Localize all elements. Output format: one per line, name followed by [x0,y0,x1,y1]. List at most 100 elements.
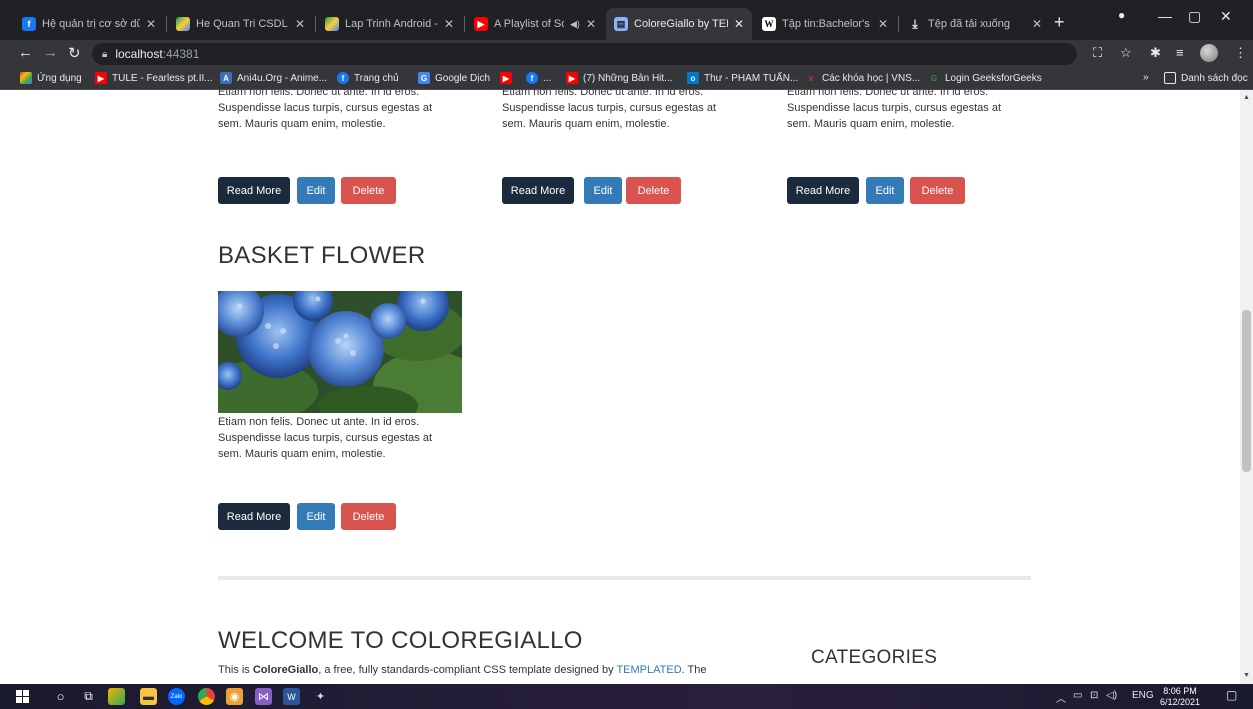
chrome-icon[interactable] [198,688,215,705]
download-icon: ⤓ [912,16,918,31]
system-clock[interactable]: 8:06 PM 6/12/2021 [1160,686,1200,708]
ani4u-icon: A [220,72,232,84]
tab-4[interactable]: ▤ ColoreGiallo by TEMP ✕ [606,8,752,40]
card-description: Etiam non felis. Donec ut ante. In id er… [787,90,1002,130]
battery-icon[interactable]: ▭ [1073,690,1082,701]
close-window-icon[interactable]: ✕ [1220,8,1232,25]
bookmark-mail[interactable]: o Thư - PHAM TUẤN... [687,72,798,84]
tab-5[interactable]: W Tập tin:Bachelor's butt ✕ [754,8,896,40]
delete-button[interactable]: Delete [341,503,396,530]
bookmark-ani4u[interactable]: A Ani4u.Org - Anime... [220,72,327,84]
network-icon[interactable]: ⊡ [1090,690,1098,701]
windows-start-icon[interactable] [14,688,31,705]
bookmark-facebook-home[interactable]: f Trang chủ [337,72,399,84]
outlook-icon: o [687,72,699,84]
bookmark-facebook[interactable]: f ... [526,72,551,84]
templated-link[interactable]: TEMPLATED [616,664,681,676]
notification-icon[interactable]: ▢ [1226,688,1237,702]
facebook-icon: f [526,72,538,84]
scroll-down-icon[interactable]: ▼ [1243,672,1250,679]
web-page: Etiam non felis. Donec ut ante. In id er… [0,90,1240,684]
youtube-icon: ▶ [95,72,107,84]
speaker-icon[interactable]: ◀) [570,19,580,30]
reading-list-icon[interactable]: ≡ [1176,45,1184,60]
youtube-icon: ▶ [500,72,512,84]
reload-icon[interactable]: ↻ [68,44,81,62]
reading-list-button[interactable]: Danh sách đọc [1164,72,1248,84]
profile-avatar[interactable] [1200,44,1218,62]
close-icon[interactable]: ✕ [444,17,454,31]
app-orange-icon[interactable]: ◉ [226,688,243,705]
close-icon[interactable]: ✕ [586,17,596,31]
read-more-button[interactable]: Read More [218,177,290,204]
bookmark-google-translate[interactable]: G Google Dịch [418,72,490,84]
tab-1[interactable]: He Quan Tri CSDL (Da ✕ [168,8,313,40]
bookmark-star-icon[interactable]: ☆ [1120,45,1132,61]
bookmark-vns-courses[interactable]: x Các khóa học | VNS... [805,72,920,84]
close-icon[interactable]: ✕ [734,17,744,31]
edit-button[interactable]: Edit [297,503,335,530]
scroll-up-icon[interactable]: ▲ [1243,94,1250,101]
page-scrollbar[interactable]: ▲ ▼ [1240,90,1253,684]
tab-search-icon[interactable]: ● [1118,8,1125,22]
tab-3[interactable]: ▶ A Playlist of Song ◀) ✕ [466,8,604,40]
read-more-button[interactable]: Read More [787,177,859,204]
maximize-icon[interactable]: ▢ [1188,8,1201,25]
edit-button[interactable]: Edit [584,177,622,204]
close-icon[interactable]: ✕ [878,17,888,31]
bookmark-geeksforgeeks[interactable]: G Login GeeksforGeeks [928,72,1042,84]
read-more-button[interactable]: Read More [218,503,290,530]
tab-6[interactable]: ⤓ Tệp đã tải xuống ✕ [900,8,1050,40]
app-tool-icon[interactable]: ✦ [312,688,329,705]
task-view-icon[interactable]: ⧉ [80,688,97,705]
edit-button[interactable]: Edit [297,177,335,204]
edit-button[interactable]: Edit [866,177,904,204]
app-launcher-icon[interactable] [108,688,125,705]
zalo-icon[interactable]: Zalo [168,688,185,705]
bookmark-apps[interactable]: Ứng dụng [20,72,82,84]
google-translate-icon: G [418,72,430,84]
welcome-title: WELCOME TO COLOREGIALLO [218,627,583,654]
read-more-button[interactable]: Read More [502,177,574,204]
visual-studio-icon[interactable]: ⋈ [255,688,272,705]
search-icon[interactable]: ○ [52,688,69,705]
more-bookmarks-button[interactable]: » [1143,72,1149,83]
new-tab-icon[interactable]: + [1054,12,1065,33]
page-icon: ▤ [614,17,628,31]
bookmark-youtube[interactable]: ▶ [500,72,517,84]
volume-icon[interactable]: ◁) [1106,690,1117,701]
hydrangea-photo [218,291,462,413]
categories-title: CATEGORIES [811,647,938,668]
bookmark-hits[interactable]: ▶ (7) Những Bản Hit... [566,72,673,84]
close-icon[interactable]: ✕ [295,17,305,31]
lock-icon: 🔒︎ [102,48,108,60]
delete-button[interactable]: Delete [341,177,396,204]
card-description: Etiam non felis. Donec ut ante. In id er… [218,416,433,460]
tab-2[interactable]: Lap Trinh Android - G ✕ [317,8,462,40]
minimize-icon[interactable]: — [1158,8,1172,24]
url-bar[interactable]: 🔒︎ localhost :44381 [92,43,1077,65]
close-icon[interactable]: ✕ [1032,17,1042,31]
geeksforgeeks-icon: G [930,73,938,83]
extensions-icon[interactable]: ✱ [1150,45,1161,61]
facebook-icon: f [22,17,36,31]
google-drive-icon [325,17,339,31]
browser-tab-bar: f Hệ quản trị cơ sở dữ li ✕ He Quan Tri … [0,0,1253,40]
basket-flower-image[interactable] [218,291,462,413]
tray-chevron-icon[interactable]: ︿ [1056,690,1066,705]
file-explorer-icon[interactable]: ▬ [140,688,157,705]
delete-button[interactable]: Delete [626,177,681,204]
vns-icon: x [808,73,814,83]
menu-icon[interactable]: ⋮ [1234,45,1247,61]
tab-0[interactable]: f Hệ quản trị cơ sở dữ li ✕ [14,8,164,40]
apps-grid-icon [20,72,32,84]
back-icon[interactable]: ← [18,44,33,61]
close-icon[interactable]: ✕ [146,17,156,31]
translate-icon[interactable]: ⛶ [1093,45,1102,61]
delete-button[interactable]: Delete [910,177,965,204]
word-icon[interactable]: W [283,688,300,705]
forward-icon[interactable]: → [43,44,58,61]
bookmark-tule[interactable]: ▶ TULE - Fearless pt.II... [95,72,213,84]
language-indicator[interactable]: ENG [1132,690,1154,701]
scroll-thumb[interactable] [1242,310,1251,472]
